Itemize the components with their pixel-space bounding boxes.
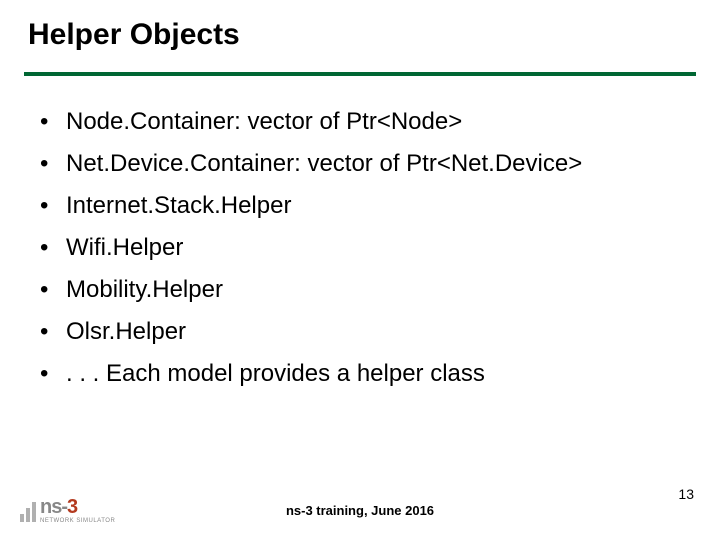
list-item: Wifi.Helper (40, 236, 680, 260)
bullet-list: Node.Container: vector of Ptr<Node> Net.… (40, 110, 680, 386)
ns3-logo: ns-3 NETWORK SIMULATOR (20, 497, 115, 524)
title-underline (24, 72, 696, 76)
signal-bars-icon (20, 500, 36, 522)
page-number: 13 (678, 486, 694, 502)
list-item: Olsr.Helper (40, 320, 680, 344)
logo-subtitle: NETWORK SIMULATOR (40, 518, 115, 524)
list-item: Internet.Stack.Helper (40, 194, 680, 218)
list-item: . . . Each model provides a helper class (40, 362, 680, 386)
slide-body: Node.Container: vector of Ptr<Node> Net.… (40, 110, 680, 404)
logo-ns: ns- (40, 497, 67, 517)
logo-text: ns-3 NETWORK SIMULATOR (40, 497, 115, 524)
slide: Helper Objects Node.Container: vector of… (0, 0, 720, 540)
list-item: Node.Container: vector of Ptr<Node> (40, 110, 680, 134)
logo-three: 3 (67, 497, 77, 517)
logo-main: ns-3 (40, 497, 115, 517)
list-item: Net.Device.Container: vector of Ptr<Net.… (40, 152, 680, 176)
list-item: Mobility.Helper (40, 278, 680, 302)
slide-title: Helper Objects (28, 18, 240, 52)
